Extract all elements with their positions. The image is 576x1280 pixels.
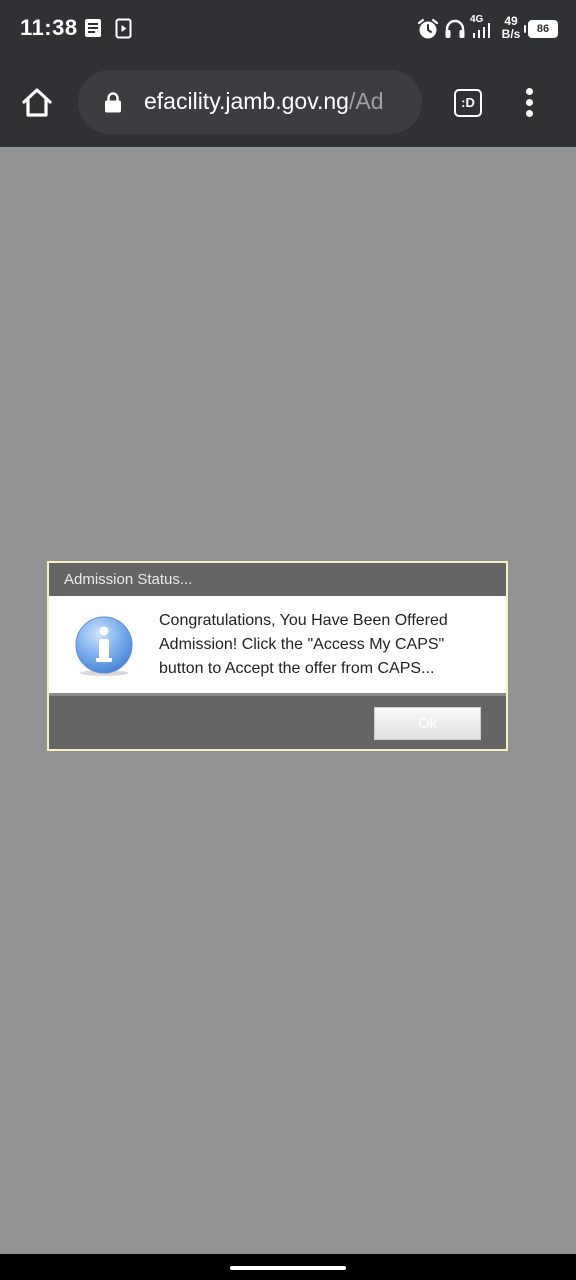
battery-level: 86 [536, 23, 550, 35]
media-icon [115, 18, 132, 39]
url-text: efacility.jamb.gov.ng/Ad [144, 88, 384, 115]
dialog-footer: Ok [49, 693, 506, 749]
address-bar[interactable]: efacility.jamb.gov.ng/Ad [78, 70, 422, 134]
tab-switcher-icon[interactable]: :D [454, 89, 482, 117]
speed-unit: B/s [501, 27, 521, 41]
system-nav-bar [0, 1254, 576, 1280]
browser-toolbar: efacility.jamb.gov.ng/Ad :D [0, 58, 576, 147]
dialog-message: Congratulations, You Have Been Offered A… [159, 612, 448, 677]
home-gesture-handle[interactable] [230, 1266, 346, 1270]
url-host: efacility.jamb.gov.ng [144, 88, 349, 114]
headphones-icon [445, 19, 465, 38]
status-time: 11:38 [20, 15, 78, 40]
dialog-body: Congratulations, You Have Been Offered A… [49, 596, 506, 693]
info-icon [75, 616, 133, 676]
url-path: /Ad [348, 88, 384, 114]
admission-status-dialog: Admission Status... Congratulations, You… [47, 561, 508, 751]
signal-icon: 4G [470, 14, 494, 40]
ok-button[interactable]: Ok [374, 707, 481, 740]
alarm-icon [417, 18, 439, 39]
lock-icon [105, 92, 121, 113]
home-icon[interactable] [20, 86, 54, 120]
speed-indicator: 49 B/s [498, 15, 524, 41]
more-menu-icon[interactable] [520, 85, 540, 121]
status-bar: 11:38 4G 49 B/s 86 [0, 0, 576, 58]
url-fade [382, 70, 422, 134]
battery-icon: 86 [524, 20, 558, 38]
dialog-title: Admission Status... [49, 563, 506, 596]
notes-icon [85, 19, 101, 37]
tab-label: :D [461, 95, 475, 110]
